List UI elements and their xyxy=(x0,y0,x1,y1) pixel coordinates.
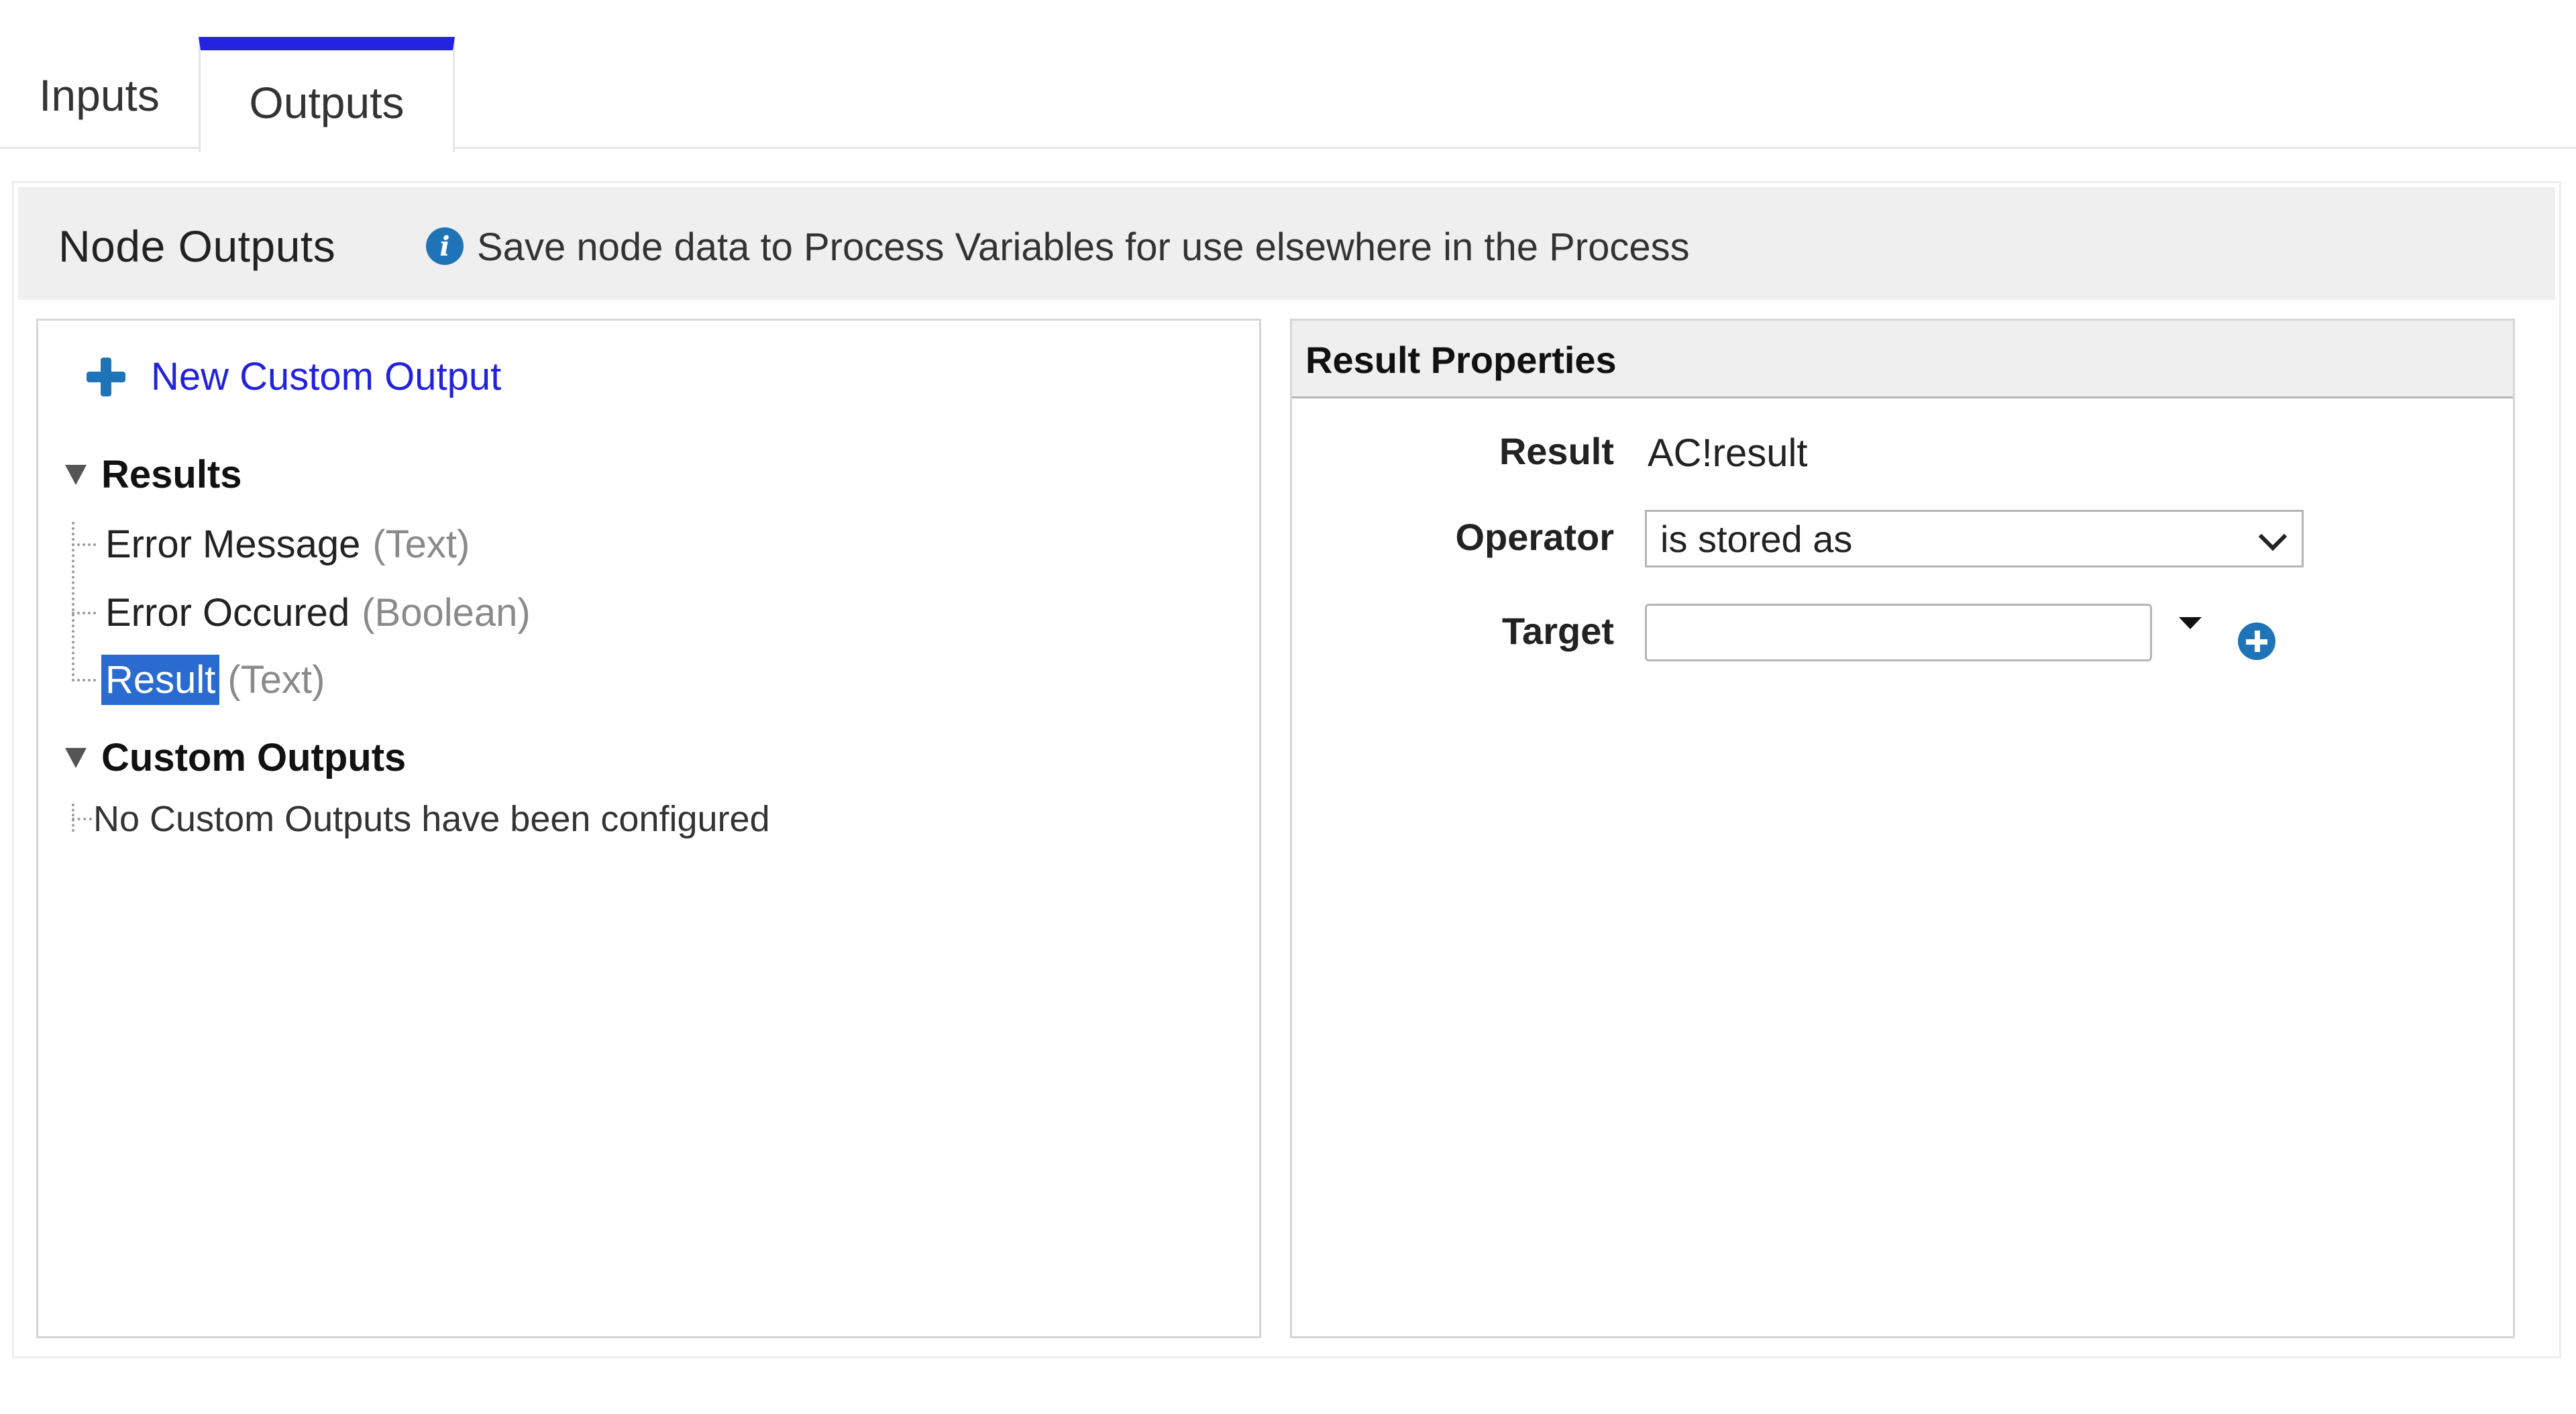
results-heading: Results xyxy=(101,453,242,496)
operator-selected-value: is stored as xyxy=(1660,517,1853,560)
properties-title: Result Properties xyxy=(1305,339,1617,381)
section-title: Node Outputs xyxy=(58,221,336,271)
tab-outputs[interactable]: Outputs xyxy=(199,37,455,152)
new-custom-output-label: New Custom Output xyxy=(151,355,502,398)
collapse-triangle-icon xyxy=(65,464,87,485)
target-dropdown-icon[interactable] xyxy=(2179,617,2202,629)
tree-item-type: (Text) xyxy=(227,658,325,702)
section-header: Node Outputs i Save node data to Process… xyxy=(18,187,2555,300)
result-properties-panel: Result Properties Result AC!result Opera… xyxy=(1290,319,2515,1338)
properties-header: Result Properties xyxy=(1292,321,2513,398)
target-input[interactable] xyxy=(1645,604,2152,661)
custom-outputs-empty: No Custom Outputs have been configured xyxy=(72,798,770,840)
add-variable-icon[interactable] xyxy=(2238,622,2275,660)
tree-item-name-selected: Result xyxy=(101,655,220,705)
result-value: AC!result xyxy=(1648,431,1808,475)
tree-item-type: (Boolean) xyxy=(362,591,531,635)
tab-bar: Inputs Outputs xyxy=(0,0,2576,152)
target-label: Target xyxy=(1502,610,1614,652)
custom-outputs-heading: Custom Outputs xyxy=(101,736,407,779)
result-label: Result xyxy=(1499,430,1614,472)
empty-message: No Custom Outputs have been configured xyxy=(93,799,770,839)
chevron-down-icon xyxy=(2258,522,2288,551)
results-toggle[interactable]: Results xyxy=(65,452,242,497)
custom-outputs-toggle[interactable]: Custom Outputs xyxy=(65,735,406,780)
plus-icon xyxy=(85,356,127,398)
tree-item-name: Error Occured xyxy=(105,591,350,635)
operator-select[interactable]: is stored as xyxy=(1645,510,2304,567)
outputs-tree-panel: New Custom Output Results Error Message … xyxy=(36,319,1261,1338)
tree-item-error-message[interactable]: Error Message (Text) xyxy=(72,519,470,569)
section-description: Save node data to Process Variables for … xyxy=(477,225,1690,269)
tab-inputs[interactable]: Inputs xyxy=(0,37,199,151)
tree-item-result[interactable]: Result (Text) xyxy=(72,655,325,705)
operator-label: Operator xyxy=(1455,516,1615,558)
collapse-triangle-icon xyxy=(65,747,87,768)
new-custom-output-button[interactable]: New Custom Output xyxy=(85,354,501,399)
results-group: Results xyxy=(65,452,242,497)
custom-outputs-group: Custom Outputs xyxy=(65,735,406,780)
tree-item-error-occured[interactable]: Error Occured (Boolean) xyxy=(72,588,531,638)
tree-item-type: (Text) xyxy=(372,523,470,566)
tab-outputs-label: Outputs xyxy=(249,78,405,127)
node-outputs-panel: Node Outputs i Save node data to Process… xyxy=(12,181,2561,1358)
info-icon: i xyxy=(426,227,464,265)
tab-inputs-label: Inputs xyxy=(39,70,160,120)
tree-item-name: Error Message xyxy=(105,523,361,566)
